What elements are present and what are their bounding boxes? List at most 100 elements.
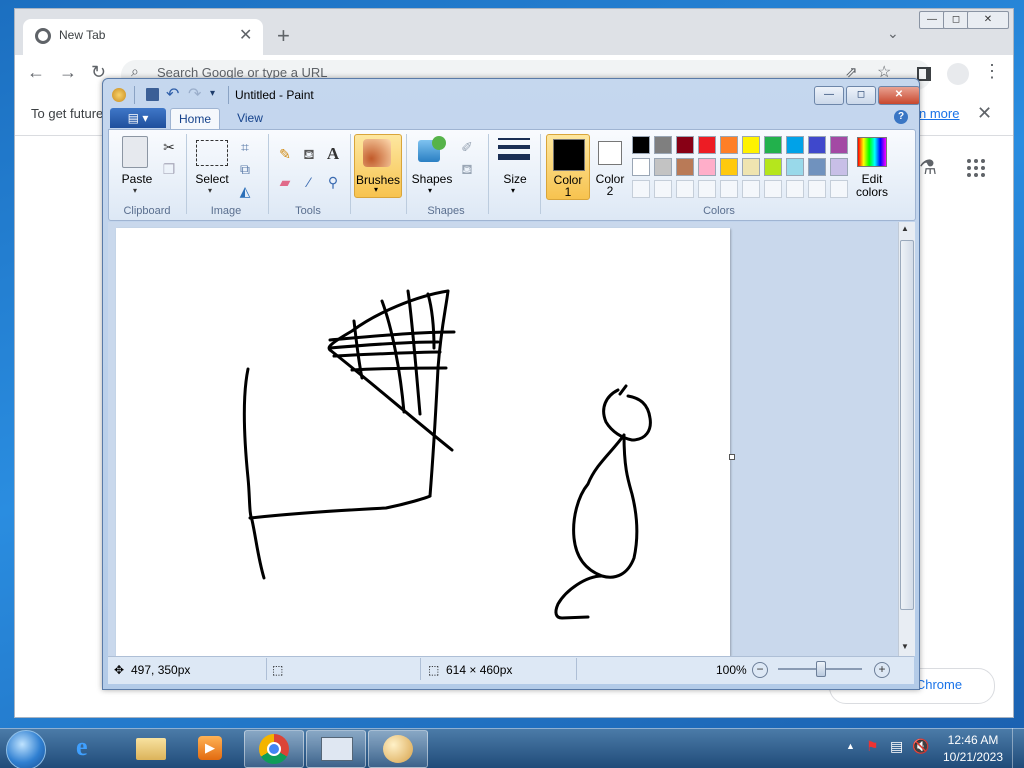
palette-custom-slot[interactable] bbox=[830, 180, 848, 198]
palette-custom-slot[interactable] bbox=[698, 180, 716, 198]
copy-icon[interactable]: ❐ bbox=[158, 158, 180, 180]
taskbar-ie-button[interactable]: e bbox=[62, 730, 120, 766]
undo-icon[interactable]: ↶ bbox=[166, 84, 179, 104]
paint-minimize-button[interactable]: — bbox=[814, 86, 844, 105]
palette-custom-slot[interactable] bbox=[654, 180, 672, 198]
brushes-button[interactable]: Brushes ▾ bbox=[354, 134, 402, 198]
qat-customize-icon[interactable]: ▾ bbox=[210, 88, 215, 99]
show-desktop-button[interactable] bbox=[1012, 728, 1024, 768]
paint-close-button[interactable]: ✕ bbox=[878, 86, 920, 105]
paint-file-menu-button[interactable]: ▤ ▾ bbox=[110, 108, 166, 128]
palette-swatch[interactable] bbox=[786, 158, 804, 176]
paste-button[interactable]: Paste ▾ bbox=[116, 134, 158, 200]
color-picker-icon[interactable]: ⁄ bbox=[298, 171, 320, 193]
tab-search-chevron-icon[interactable]: ⌄ bbox=[887, 25, 899, 42]
palette-custom-slot[interactable] bbox=[742, 180, 760, 198]
palette-swatch[interactable] bbox=[698, 158, 716, 176]
color1-button[interactable]: Color 1 bbox=[546, 134, 590, 200]
palette-swatch[interactable] bbox=[808, 158, 826, 176]
side-panel-icon[interactable] bbox=[917, 67, 931, 81]
back-icon[interactable]: ← bbox=[27, 62, 45, 83]
size-button[interactable]: Size ▾ bbox=[494, 134, 536, 200]
apps-grid-icon[interactable] bbox=[967, 159, 985, 177]
select-button[interactable]: Select ▾ bbox=[192, 134, 232, 200]
menu-dots-icon[interactable]: ⋮ bbox=[983, 61, 1001, 82]
palette-custom-slot[interactable] bbox=[676, 180, 694, 198]
palette-swatch[interactable] bbox=[632, 158, 650, 176]
network-icon[interactable]: ▤ bbox=[890, 738, 903, 755]
outline-icon[interactable]: ✐ bbox=[456, 136, 478, 158]
clock-time[interactable]: 12:46 AM bbox=[938, 733, 1008, 747]
paint-maximize-button[interactable]: ◻ bbox=[846, 86, 876, 105]
show-hidden-icons-icon[interactable]: ▲ bbox=[846, 741, 855, 751]
palette-swatch[interactable] bbox=[764, 158, 782, 176]
scroll-up-icon[interactable]: ▲ bbox=[901, 224, 909, 233]
zoom-in-button[interactable]: + bbox=[874, 662, 890, 678]
profile-avatar[interactable] bbox=[947, 63, 969, 85]
palette-swatch[interactable] bbox=[830, 158, 848, 176]
close-button[interactable]: ✕ bbox=[967, 11, 1009, 29]
tab-home[interactable]: Home bbox=[170, 108, 220, 130]
taskbar-remote-button[interactable] bbox=[306, 730, 366, 768]
maximize-button[interactable]: ◻ bbox=[943, 11, 969, 29]
taskbar-chrome-button[interactable] bbox=[244, 730, 304, 768]
palette-swatch[interactable] bbox=[632, 136, 650, 154]
stroke-head-top bbox=[618, 384, 628, 396]
resize-icon[interactable]: ⧉ bbox=[234, 158, 256, 180]
palette-swatch[interactable] bbox=[808, 136, 826, 154]
tab-view[interactable]: View bbox=[228, 108, 272, 128]
palette-swatch[interactable] bbox=[676, 136, 694, 154]
palette-swatch[interactable] bbox=[720, 158, 738, 176]
taskbar-media-button[interactable]: ▶ bbox=[182, 730, 240, 766]
magnifier-icon[interactable]: ⚲ bbox=[322, 171, 344, 193]
edit-colors-button[interactable]: Edit colors bbox=[852, 134, 892, 200]
redo-icon[interactable]: ↷ bbox=[188, 84, 201, 104]
palette-swatch[interactable] bbox=[654, 136, 672, 154]
palette-swatch[interactable] bbox=[676, 158, 694, 176]
text-tool-icon[interactable]: A bbox=[322, 143, 344, 165]
drawing-canvas[interactable] bbox=[116, 228, 730, 656]
new-tab-icon[interactable]: + bbox=[277, 23, 290, 49]
infobar-close-icon[interactable]: ✕ bbox=[977, 103, 992, 124]
cut-icon[interactable]: ✂ bbox=[158, 136, 180, 158]
palette-custom-slot[interactable] bbox=[632, 180, 650, 198]
color2-button[interactable]: Color 2 bbox=[590, 134, 630, 198]
volume-muted-icon[interactable]: 🔇 bbox=[912, 738, 929, 755]
rotate-icon[interactable]: ◭ bbox=[234, 180, 256, 202]
shapes-button[interactable]: Shapes ▾ bbox=[410, 134, 454, 200]
start-button[interactable] bbox=[6, 730, 46, 768]
palette-swatch[interactable] bbox=[698, 136, 716, 154]
palette-custom-slot[interactable] bbox=[786, 180, 804, 198]
palette-swatch[interactable] bbox=[742, 158, 760, 176]
scroll-down-icon[interactable]: ▼ bbox=[901, 642, 909, 651]
canvas-resize-handle[interactable] bbox=[729, 454, 735, 460]
tab-close-icon[interactable]: ✕ bbox=[239, 25, 252, 45]
zoom-out-button[interactable]: − bbox=[752, 662, 768, 678]
forward-icon[interactable]: → bbox=[59, 62, 77, 83]
save-icon[interactable] bbox=[146, 88, 159, 101]
shape-fill-icon[interactable]: ⛾ bbox=[456, 158, 478, 180]
palette-swatch[interactable] bbox=[830, 136, 848, 154]
zoom-slider-thumb[interactable] bbox=[816, 661, 826, 677]
clock-date[interactable]: 10/21/2023 bbox=[938, 750, 1008, 764]
pencil-icon[interactable]: ✎ bbox=[274, 143, 296, 165]
minimize-button[interactable]: — bbox=[919, 11, 945, 29]
palette-custom-slot[interactable] bbox=[720, 180, 738, 198]
palette-custom-slot[interactable] bbox=[764, 180, 782, 198]
fill-bucket-icon[interactable]: ⛾ bbox=[298, 143, 320, 165]
palette-swatch[interactable] bbox=[764, 136, 782, 154]
scrollbar-thumb[interactable] bbox=[900, 240, 914, 610]
taskbar-explorer-button[interactable] bbox=[122, 730, 180, 766]
palette-swatch[interactable] bbox=[720, 136, 738, 154]
crop-icon[interactable]: ⌗ bbox=[234, 136, 256, 158]
infobar-learn-more-link[interactable]: n more bbox=[919, 106, 959, 121]
palette-swatch[interactable] bbox=[654, 158, 672, 176]
palette-swatch[interactable] bbox=[742, 136, 760, 154]
action-center-icon[interactable]: ⚑ bbox=[866, 738, 879, 755]
labs-flask-icon[interactable]: ⚗ bbox=[919, 155, 937, 180]
palette-swatch[interactable] bbox=[786, 136, 804, 154]
help-icon[interactable]: ? bbox=[894, 110, 908, 124]
taskbar-paint-button[interactable] bbox=[368, 730, 428, 768]
palette-custom-slot[interactable] bbox=[808, 180, 826, 198]
eraser-icon[interactable]: ▰ bbox=[274, 171, 296, 193]
